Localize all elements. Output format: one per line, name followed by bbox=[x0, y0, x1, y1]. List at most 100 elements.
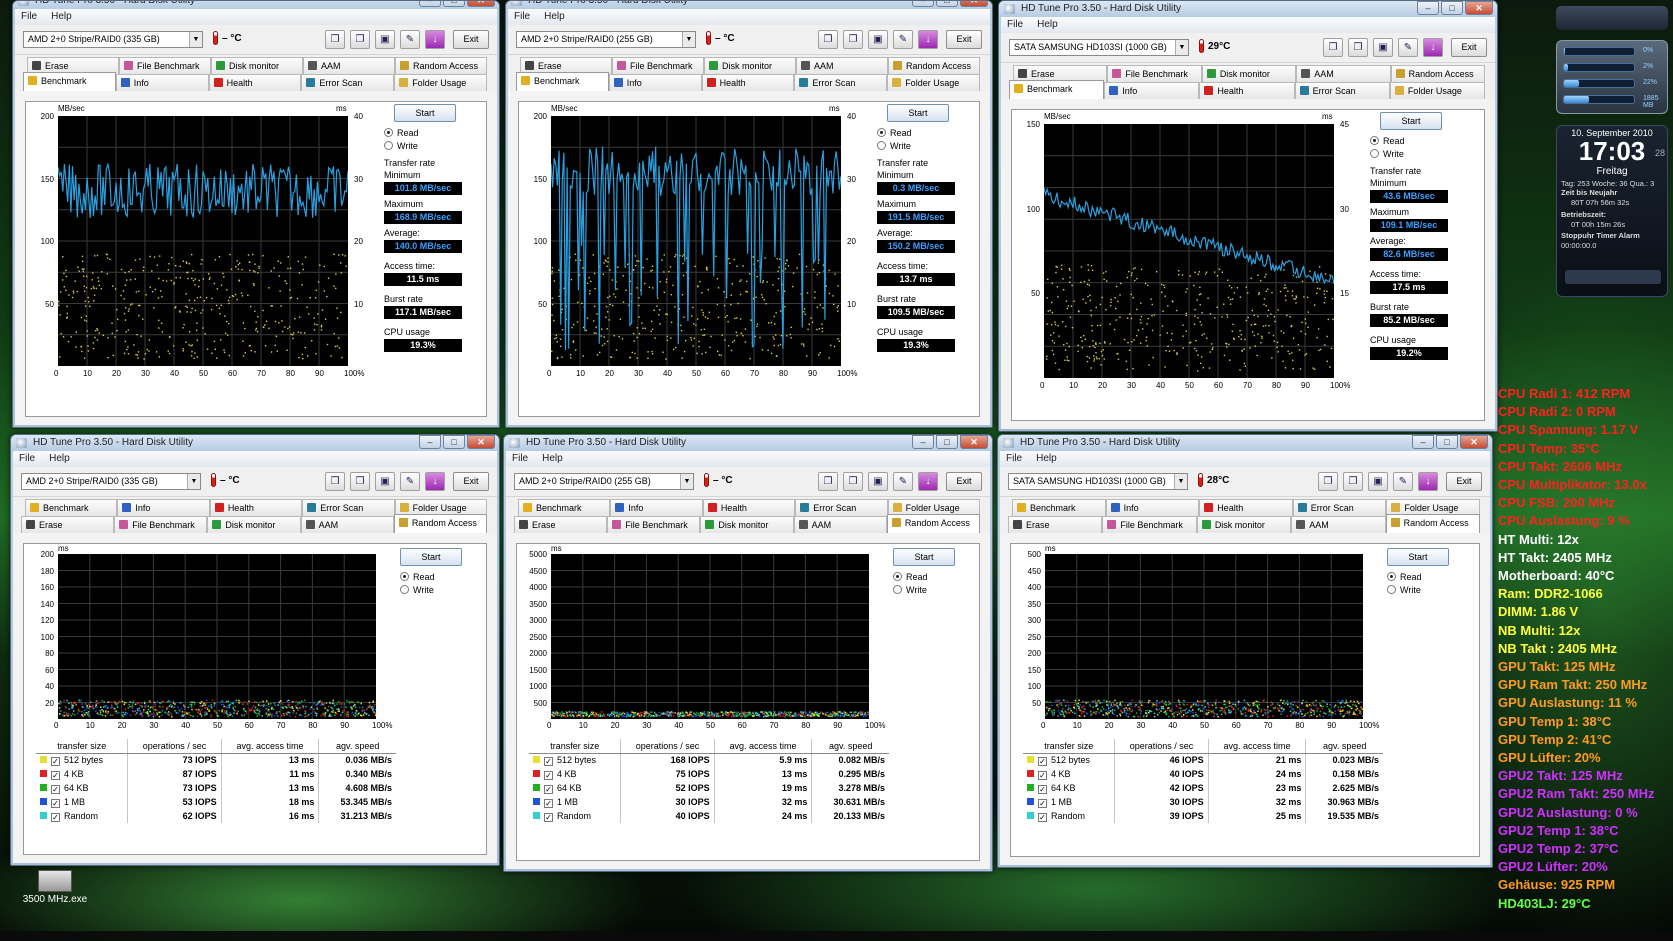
tab-error-scan[interactable]: Error Scan bbox=[302, 499, 395, 516]
copy-text-icon[interactable]: ❐ bbox=[818, 472, 838, 491]
series-checkbox[interactable]: ✓ bbox=[51, 798, 60, 808]
close-button[interactable]: ✕ bbox=[1465, 1, 1493, 15]
exit-button[interactable]: Exit bbox=[1446, 472, 1482, 491]
tab-error-scan[interactable]: Error Scan bbox=[301, 74, 395, 91]
download-icon[interactable]: ↓ bbox=[425, 472, 445, 491]
window-titlebar[interactable]: HD Tune Pro 3.50 - Hard Disk Utility – □ ✕ bbox=[999, 1, 1497, 17]
tab-erase[interactable]: Erase bbox=[514, 516, 608, 533]
save-icon[interactable]: ▣ bbox=[375, 30, 395, 49]
read-radio[interactable]: Read bbox=[1370, 134, 1464, 147]
series-checkbox[interactable]: ✓ bbox=[1038, 784, 1047, 794]
download-icon[interactable]: ↓ bbox=[425, 30, 445, 49]
write-radio[interactable]: Write bbox=[893, 583, 973, 596]
hdtune-window-2[interactable]: HD Tune Pro 3.50 - Hard Disk Utility – □ ✕ F… bbox=[505, 0, 993, 428]
series-checkbox[interactable]: ✓ bbox=[51, 812, 60, 822]
tab-disk-monitor[interactable]: Disk monitor bbox=[211, 57, 303, 74]
tab-aam[interactable]: AAM bbox=[1291, 516, 1386, 533]
series-checkbox[interactable]: ✓ bbox=[1038, 812, 1047, 822]
tab-random-access[interactable]: Random Access bbox=[888, 57, 980, 74]
options-icon[interactable]: ✎ bbox=[893, 30, 913, 49]
maximize-button[interactable]: □ bbox=[443, 1, 465, 7]
exit-button[interactable]: Exit bbox=[1451, 38, 1487, 57]
tab-info[interactable]: Info bbox=[117, 499, 210, 516]
close-button[interactable]: ✕ bbox=[960, 435, 988, 449]
tab-aam[interactable]: AAM bbox=[796, 57, 888, 74]
tab-info[interactable]: Info bbox=[1104, 82, 1200, 99]
write-radio[interactable]: Write bbox=[877, 139, 971, 152]
save-icon[interactable]: ▣ bbox=[1373, 38, 1393, 57]
exit-button[interactable]: Exit bbox=[453, 30, 489, 49]
read-radio[interactable]: Read bbox=[384, 126, 478, 139]
tab-aam[interactable]: AAM bbox=[1296, 65, 1391, 82]
tab-benchmark[interactable]: Benchmark bbox=[1012, 499, 1106, 516]
series-checkbox[interactable]: ✓ bbox=[544, 784, 553, 794]
tab-file-benchmark[interactable]: File Benchmark bbox=[114, 516, 208, 533]
tab-info[interactable]: Info bbox=[610, 499, 703, 516]
tab-disk-monitor[interactable]: Disk monitor bbox=[704, 57, 796, 74]
minimize-button[interactable]: – bbox=[912, 1, 934, 7]
download-icon[interactable]: ↓ bbox=[1418, 472, 1438, 491]
tab-file-benchmark[interactable]: File Benchmark bbox=[1107, 65, 1202, 82]
tab-benchmark[interactable]: Benchmark bbox=[518, 499, 611, 516]
read-radio[interactable]: Read bbox=[1387, 570, 1467, 583]
minimize-button[interactable]: – bbox=[419, 1, 441, 7]
menu-help[interactable]: Help bbox=[1036, 451, 1057, 467]
tab-health[interactable]: Health bbox=[702, 499, 796, 516]
series-checkbox[interactable]: ✓ bbox=[544, 812, 553, 822]
start-button[interactable]: Start bbox=[893, 548, 955, 566]
tab-random-access[interactable]: Random Access bbox=[395, 57, 487, 74]
drive-select[interactable]: SATA SAMSUNG HD103SI (1000 GB) ▼ bbox=[1009, 39, 1189, 56]
maximize-button[interactable]: □ bbox=[1436, 435, 1458, 449]
close-button[interactable]: ✕ bbox=[960, 1, 988, 7]
tab-error-scan[interactable]: Error Scan bbox=[1292, 499, 1387, 516]
save-icon[interactable]: ▣ bbox=[868, 472, 888, 491]
copy-screenshot-icon[interactable]: ❐ bbox=[1348, 38, 1368, 57]
copy-screenshot-icon[interactable]: ❐ bbox=[843, 30, 863, 49]
write-radio[interactable]: Write bbox=[1387, 583, 1467, 596]
minimize-button[interactable]: – bbox=[1417, 1, 1439, 15]
tab-random-access[interactable]: Random Access bbox=[1390, 65, 1486, 82]
read-radio[interactable]: Read bbox=[877, 126, 971, 139]
series-checkbox[interactable]: ✓ bbox=[51, 756, 60, 766]
series-checkbox[interactable]: ✓ bbox=[544, 798, 553, 808]
tab-error-scan[interactable]: Error Scan bbox=[795, 499, 888, 516]
copy-text-icon[interactable]: ❐ bbox=[1323, 38, 1343, 57]
download-icon[interactable]: ↓ bbox=[918, 472, 938, 491]
tab-erase[interactable]: Erase bbox=[21, 516, 115, 533]
drive-select[interactable]: AMD 2+0 Stripe/RAID0 (335 GB) ▼ bbox=[21, 473, 201, 490]
tab-health[interactable]: Health bbox=[1199, 82, 1295, 99]
tab-error-scan[interactable]: Error Scan bbox=[1294, 82, 1390, 99]
hdtune-window-5[interactable]: HD Tune Pro 3.50 - Hard Disk Utility – □ ✕ F… bbox=[503, 434, 993, 872]
read-radio[interactable]: Read bbox=[400, 570, 480, 583]
maximize-button[interactable]: □ bbox=[443, 435, 465, 449]
copy-text-icon[interactable]: ❐ bbox=[325, 30, 345, 49]
hdtune-window-6[interactable]: HD Tune Pro 3.50 - Hard Disk Utility – □ ✕ F… bbox=[997, 434, 1493, 868]
hdtune-window-4[interactable]: HD Tune Pro 3.50 - Hard Disk Utility – □ ✕ F… bbox=[10, 434, 500, 866]
download-icon[interactable]: ↓ bbox=[918, 30, 938, 49]
menu-help[interactable]: Help bbox=[51, 9, 72, 25]
tab-info[interactable]: Info bbox=[1105, 499, 1200, 516]
gadget-sidebar-toolbar[interactable] bbox=[1556, 6, 1668, 30]
menu-file[interactable]: File bbox=[21, 9, 37, 25]
menu-help[interactable]: Help bbox=[1037, 17, 1058, 33]
start-button[interactable]: Start bbox=[400, 548, 462, 566]
menu-help[interactable]: Help bbox=[542, 451, 563, 467]
tab-health[interactable]: Health bbox=[1199, 499, 1293, 516]
drive-select[interactable]: AMD 2+0 Stripe/RAID0 (255 GB) ▼ bbox=[514, 473, 694, 490]
tab-health[interactable]: Health bbox=[701, 74, 795, 91]
tab-random-access[interactable]: Random Access bbox=[1385, 514, 1481, 533]
tab-disk-monitor[interactable]: Disk monitor bbox=[1201, 65, 1297, 82]
tab-info[interactable]: Info bbox=[115, 74, 209, 91]
close-button[interactable]: ✕ bbox=[467, 435, 495, 449]
tab-aam[interactable]: AAM bbox=[793, 516, 887, 533]
tab-file-benchmark[interactable]: File Benchmark bbox=[607, 516, 701, 533]
tab-file-benchmark[interactable]: File Benchmark bbox=[612, 57, 704, 74]
series-checkbox[interactable]: ✓ bbox=[51, 784, 60, 794]
drive-select[interactable]: AMD 2+0 Stripe/RAID0 (255 GB) ▼ bbox=[516, 31, 696, 48]
minimize-button[interactable]: – bbox=[1412, 435, 1434, 449]
start-button[interactable]: Start bbox=[1387, 548, 1449, 566]
start-button[interactable]: Start bbox=[394, 104, 456, 122]
tab-health[interactable]: Health bbox=[209, 499, 303, 516]
close-button[interactable]: ✕ bbox=[467, 1, 495, 7]
window-titlebar[interactable]: HD Tune Pro 3.50 - Hard Disk Utility – □ ✕ bbox=[998, 435, 1492, 451]
